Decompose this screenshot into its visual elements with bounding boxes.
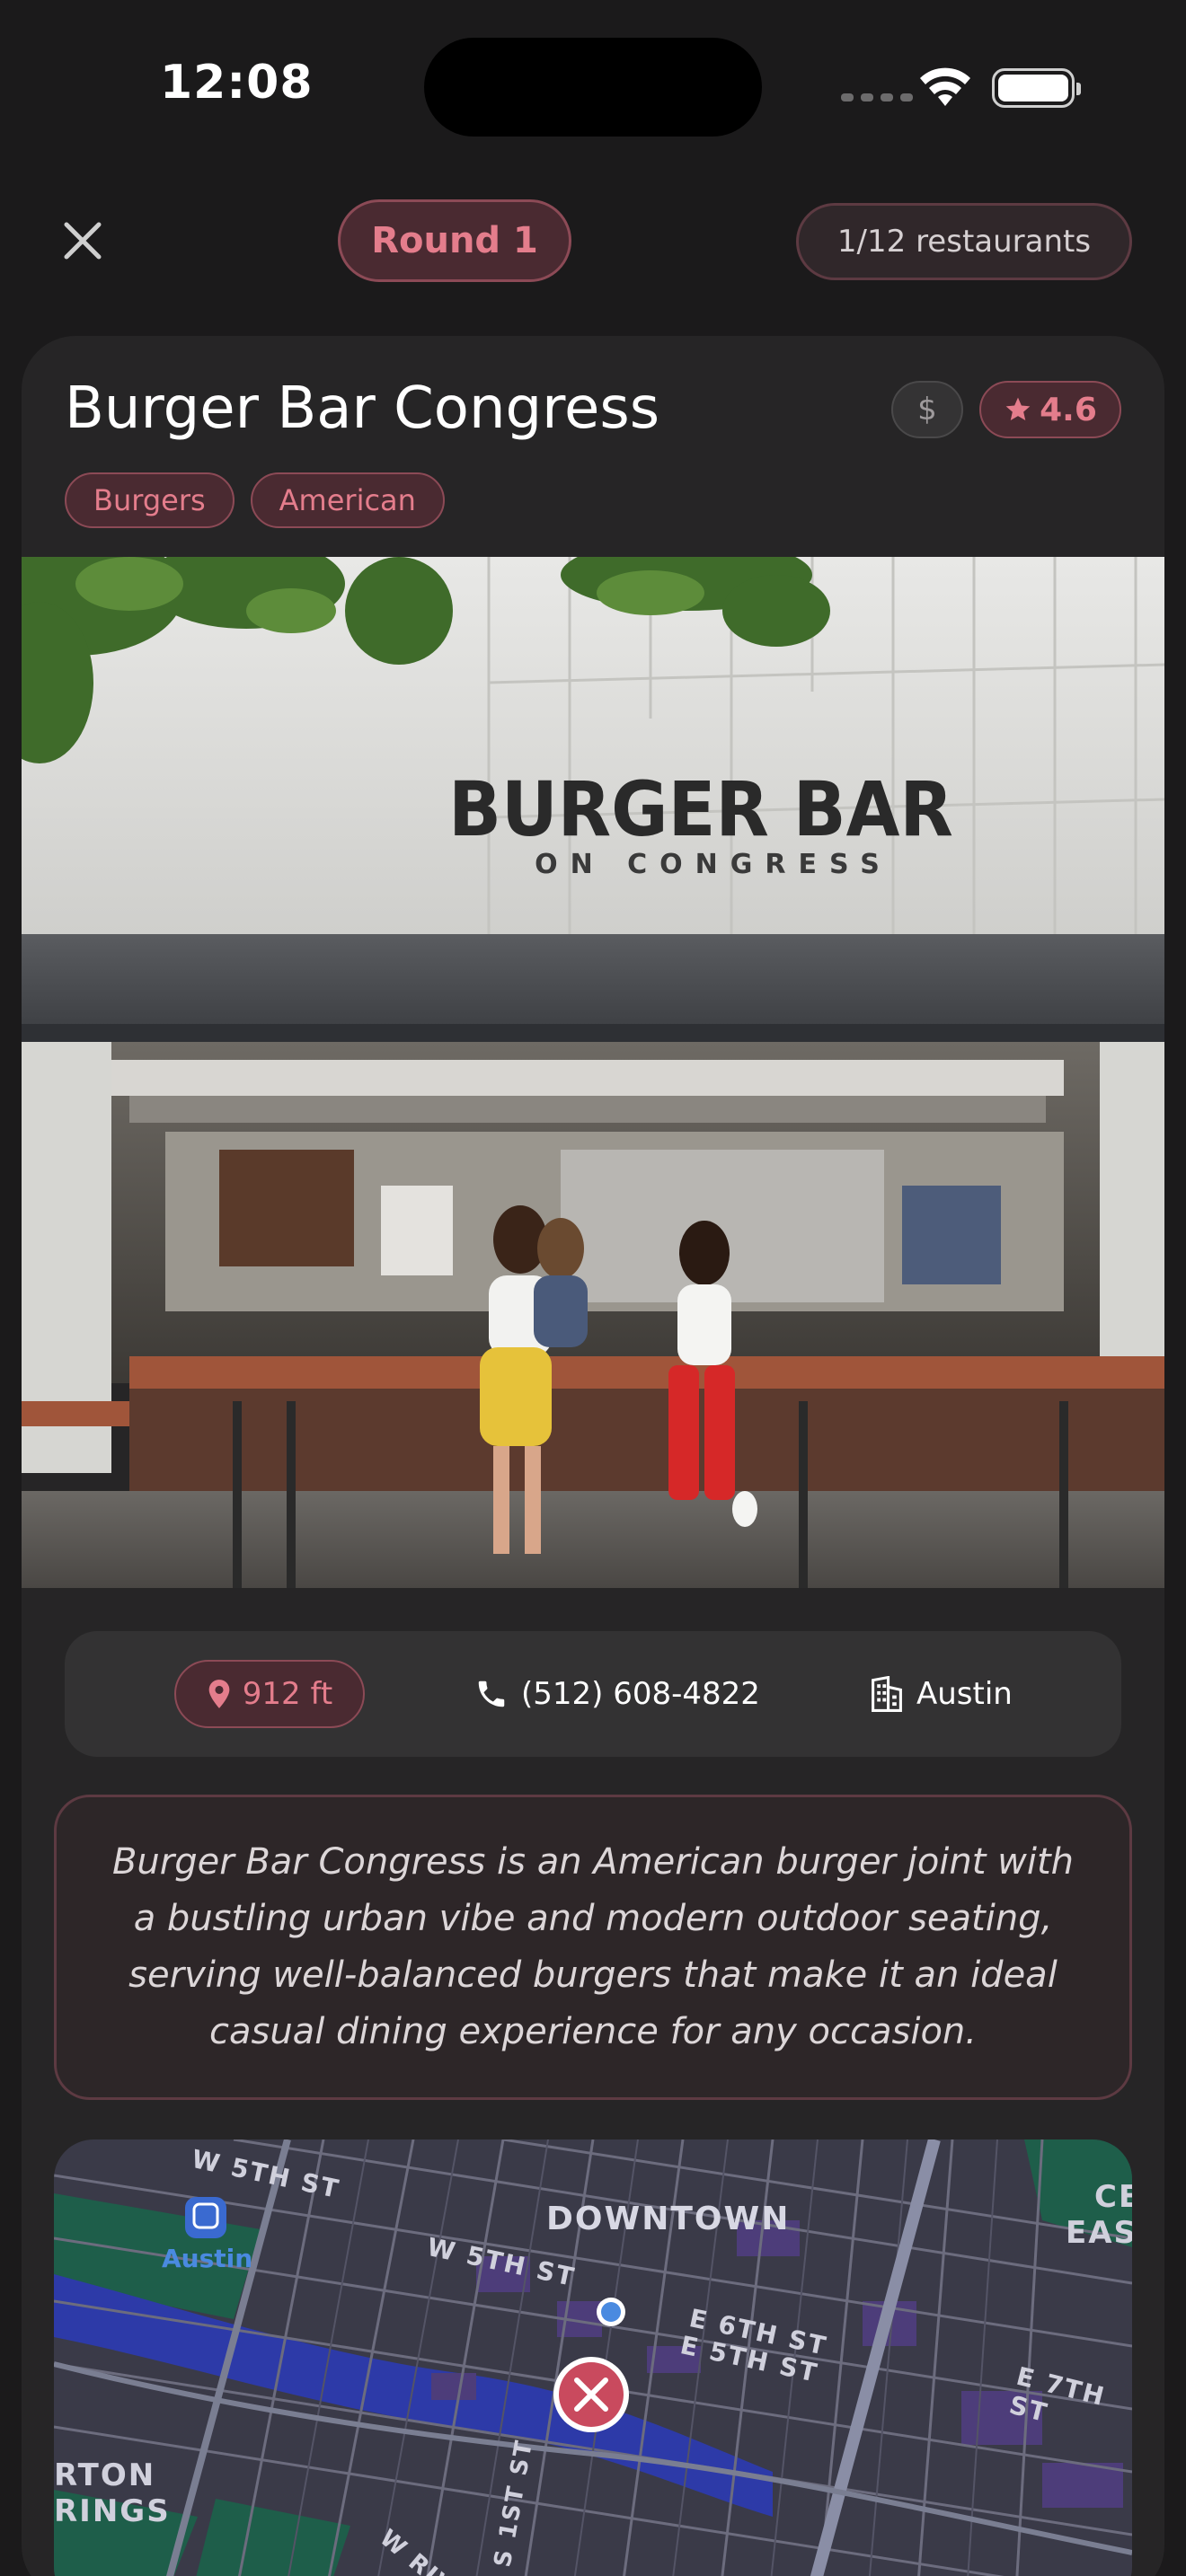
map-label-station: Austin — [162, 2244, 253, 2273]
rating-badge: 4.6 — [979, 381, 1121, 438]
star-icon — [1005, 397, 1031, 420]
restaurant-description: Burger Bar Congress is an American burge… — [111, 1841, 1075, 2052]
status-time: 12:08 — [160, 56, 314, 110]
phone-number: (512) 608-4822 — [521, 1676, 760, 1712]
photo-sign-subtext: ON CONGRESS — [535, 849, 892, 880]
price-badge: $ — [891, 381, 963, 438]
cellular-signal-icon — [841, 93, 913, 101]
city-name: Austin — [916, 1676, 1013, 1712]
distance-value: 912 ft — [242, 1676, 333, 1712]
cuisine-tags: Burgers American — [65, 472, 445, 528]
description-box: Burger Bar Congress is an American burge… — [54, 1795, 1132, 2100]
tag-burgers: Burgers — [65, 472, 235, 528]
map-label-barton-2: RINGS — [54, 2493, 171, 2529]
close-button[interactable] — [58, 216, 108, 266]
restaurant-card[interactable]: Burger Bar Congress $ 4.6 Burgers Americ… — [22, 336, 1164, 2576]
info-bar: 912 ft (512) 608-4822 Austin — [65, 1631, 1121, 1757]
close-icon — [64, 222, 102, 260]
map-view[interactable]: W 5TH ST Austin DOWNTOWN W 5TH ST E 6TH … — [54, 2139, 1132, 2576]
map-label-central-east-2: EAST — [1066, 2215, 1132, 2251]
photo-sign-text: BURGER BAR — [448, 766, 953, 854]
location-pin-icon — [208, 1680, 230, 1708]
restaurant-photo[interactable]: BURGER BAR ON CONGRESS — [22, 557, 1164, 1588]
round-badge: Round 1 — [338, 199, 571, 282]
building-icon — [872, 1676, 902, 1712]
phone-icon — [478, 1681, 505, 1707]
tag-american: American — [250, 472, 445, 528]
map-label-downtown: DOWNTOWN — [546, 2201, 791, 2237]
map-label-central-east-1: CE — [1094, 2179, 1132, 2215]
dynamic-island — [424, 38, 762, 137]
phone-link[interactable]: (512) 608-4822 — [474, 1631, 760, 1757]
restaurant-name: Burger Bar Congress — [65, 375, 660, 442]
wifi-icon — [918, 66, 972, 111]
battery-icon — [992, 68, 1081, 108]
city-label: Austin — [870, 1631, 1013, 1757]
rating-value: 4.6 — [1040, 391, 1097, 428]
distance-badge[interactable]: 912 ft — [174, 1660, 365, 1728]
map-label-barton-1: RTON — [54, 2457, 156, 2493]
restaurant-count-badge: 1/12 restaurants — [796, 203, 1132, 280]
